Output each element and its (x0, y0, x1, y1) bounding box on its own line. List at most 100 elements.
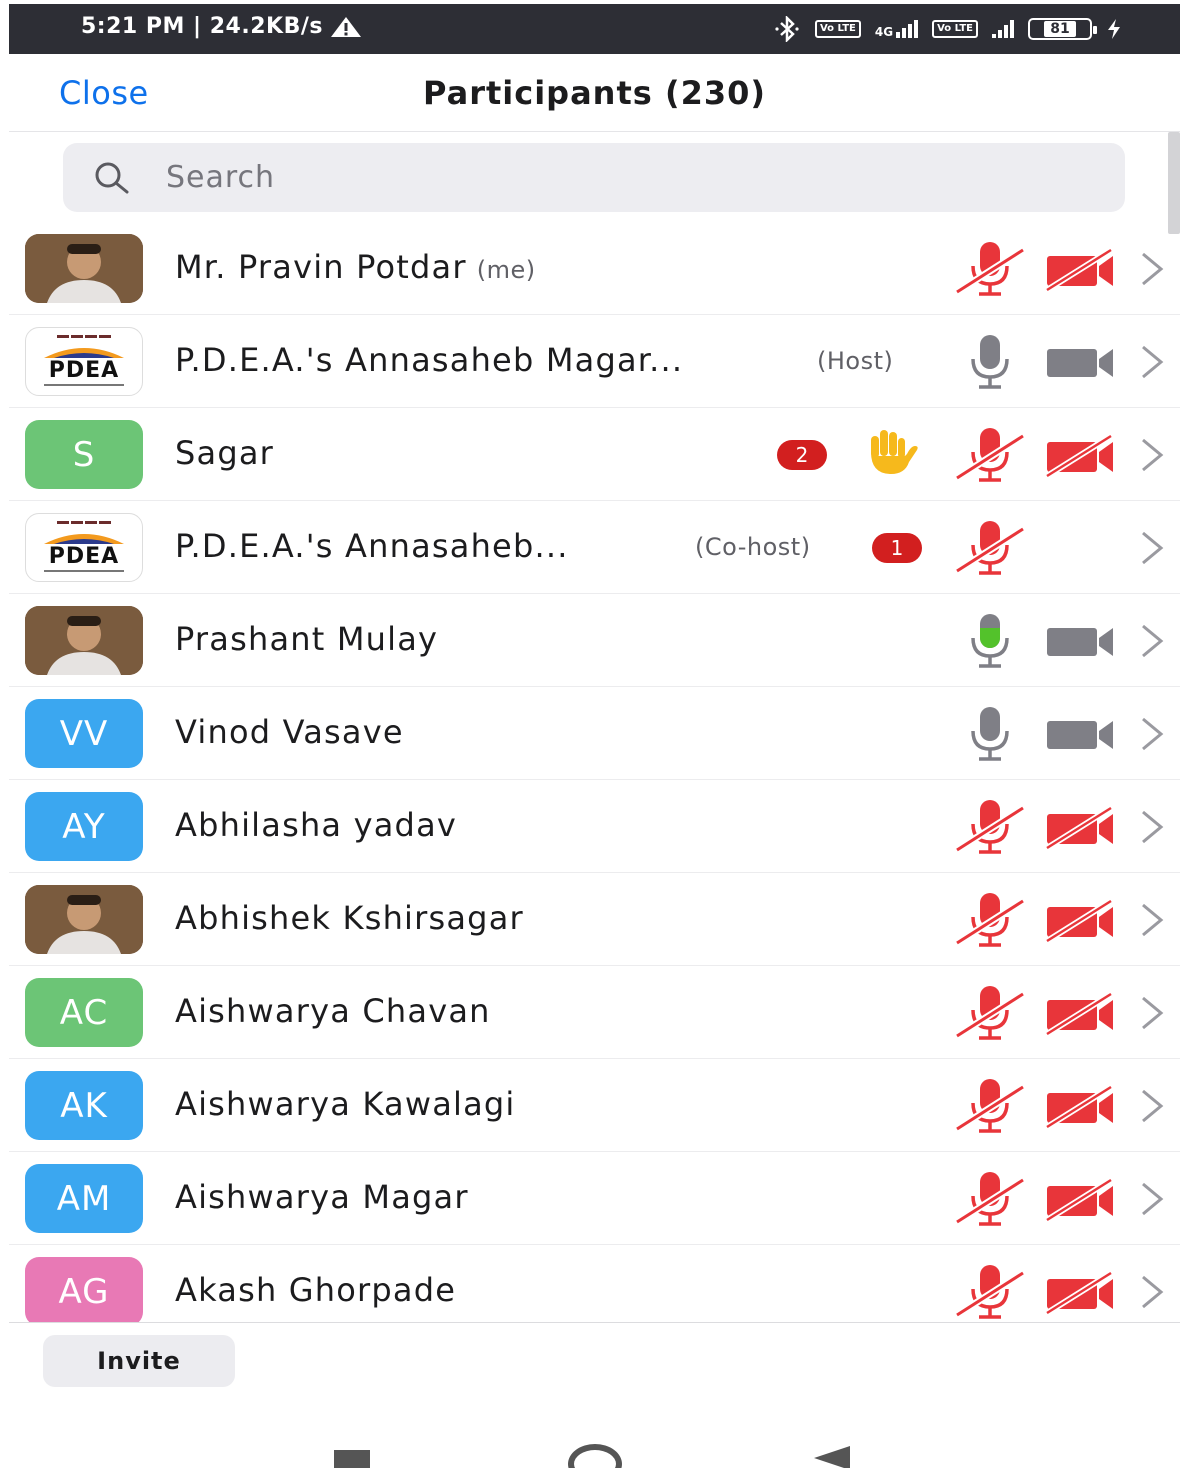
video-off-icon[interactable] (1045, 247, 1117, 293)
video-off-icon[interactable] (1045, 898, 1117, 944)
mic-muted-icon[interactable] (953, 1073, 1027, 1137)
mic-muted-icon[interactable] (953, 236, 1027, 300)
video-status[interactable] (1045, 433, 1117, 482)
video-status[interactable] (1045, 805, 1117, 854)
avatar-initials: AK (25, 1071, 143, 1140)
mic-speaking-icon[interactable] (953, 608, 1027, 672)
mic-muted-icon[interactable] (953, 1166, 1027, 1230)
video-off-icon[interactable] (1045, 1270, 1117, 1316)
mic-status[interactable] (953, 329, 1027, 397)
row-chevron[interactable] (1137, 529, 1167, 571)
participant-row[interactable]: AC Aishwarya Chavan (9, 966, 1180, 1059)
mic-status[interactable] (953, 887, 1027, 955)
mic-muted-icon[interactable] (953, 980, 1027, 1044)
chevron-right-icon[interactable] (1137, 1180, 1167, 1218)
video-on-icon[interactable] (1045, 341, 1117, 385)
mic-status[interactable] (953, 1166, 1027, 1234)
video-on-icon[interactable] (1045, 713, 1117, 757)
participant-list[interactable]: Mr. Pravin Potdar (me) PDEA P.D.E.A.'s A… (9, 222, 1180, 1322)
participant-row[interactable]: AY Abhilasha yadav (9, 780, 1180, 873)
mic-status[interactable] (953, 794, 1027, 862)
invite-button[interactable]: Invite (43, 1335, 235, 1387)
video-status[interactable] (1045, 1270, 1117, 1319)
row-chevron[interactable] (1137, 343, 1167, 385)
avatar-photo (25, 234, 143, 303)
participant-row[interactable]: PDEA P.D.E.A.'s Annasaheb... (Co-host) 1 (9, 501, 1180, 594)
recent-apps-button[interactable] (334, 1450, 370, 1468)
video-status[interactable] (1045, 1084, 1117, 1133)
participant-row[interactable]: Abhishek Kshirsagar (9, 873, 1180, 966)
row-chevron[interactable] (1137, 622, 1167, 664)
chevron-right-icon[interactable] (1137, 715, 1167, 753)
mic-status[interactable] (953, 701, 1027, 769)
row-chevron[interactable] (1137, 994, 1167, 1036)
row-chevron[interactable] (1137, 1087, 1167, 1129)
bluetooth-icon (775, 16, 799, 42)
back-button[interactable] (814, 1446, 850, 1468)
mic-icon[interactable] (953, 329, 1027, 393)
row-chevron[interactable] (1137, 715, 1167, 757)
chevron-right-icon[interactable] (1137, 808, 1167, 846)
status-time-speed: 5:21 PM | 24.2KB/s (81, 14, 323, 39)
participant-row[interactable]: AG Akash Ghorpade (9, 1245, 1180, 1322)
video-status[interactable] (1045, 341, 1117, 389)
participant-row[interactable]: AK Aishwarya Kawalagi (9, 1059, 1180, 1152)
video-off-icon[interactable] (1045, 805, 1117, 851)
row-chevron[interactable] (1137, 808, 1167, 850)
chevron-right-icon[interactable] (1137, 343, 1167, 381)
video-off-icon[interactable] (1045, 1084, 1117, 1130)
chevron-right-icon[interactable] (1137, 1273, 1167, 1311)
scrollbar[interactable] (1168, 132, 1180, 234)
chevron-right-icon[interactable] (1137, 529, 1167, 567)
video-off-icon[interactable] (1045, 433, 1117, 479)
participant-name: Abhilasha yadav (175, 806, 458, 844)
participant-row[interactable]: PDEA P.D.E.A.'s Annasaheb Magar... (Host) (9, 315, 1180, 408)
participant-row[interactable]: AM Aishwarya Magar (9, 1152, 1180, 1245)
video-off-icon[interactable] (1045, 1177, 1117, 1223)
chevron-right-icon[interactable] (1137, 250, 1167, 288)
chevron-right-icon[interactable] (1137, 1087, 1167, 1125)
video-status[interactable] (1045, 991, 1117, 1040)
status-time: 5:21 PM | 24.2KB/s (81, 14, 363, 39)
mic-status[interactable] (953, 422, 1027, 490)
participant-row[interactable]: S Sagar 2 (9, 408, 1180, 501)
participant-row[interactable]: Prashant Mulay (9, 594, 1180, 687)
search-bar[interactable] (63, 143, 1125, 212)
video-on-icon[interactable] (1045, 620, 1117, 664)
video-off-icon[interactable] (1045, 991, 1117, 1037)
search-input[interactable] (166, 155, 1066, 199)
row-chevron[interactable] (1137, 250, 1167, 292)
video-status[interactable] (1045, 247, 1117, 296)
participant-name: Sagar (175, 434, 274, 472)
row-chevron[interactable] (1137, 1180, 1167, 1222)
row-chevron[interactable] (1137, 436, 1167, 478)
row-chevron[interactable] (1137, 901, 1167, 943)
mic-muted-icon[interactable] (953, 887, 1027, 951)
participant-row[interactable]: VV Vinod Vasave (9, 687, 1180, 780)
video-status[interactable] (1045, 898, 1117, 947)
mic-status[interactable] (953, 515, 1027, 583)
mic-status[interactable] (953, 1073, 1027, 1141)
video-status[interactable] (1045, 1177, 1117, 1226)
mic-muted-icon[interactable] (953, 515, 1027, 579)
video-status[interactable] (1045, 713, 1117, 761)
chevron-right-icon[interactable] (1137, 901, 1167, 939)
chevron-right-icon[interactable] (1137, 622, 1167, 660)
footer-bar: Invite (9, 1322, 1180, 1418)
mic-muted-icon[interactable] (953, 1259, 1027, 1322)
mic-muted-icon[interactable] (953, 794, 1027, 858)
mic-status[interactable] (953, 980, 1027, 1048)
participant-name: P.D.E.A.'s Annasaheb Magar... (175, 341, 684, 379)
video-status[interactable] (1045, 620, 1117, 668)
mic-status[interactable] (953, 236, 1027, 304)
row-chevron[interactable] (1137, 1273, 1167, 1315)
chevron-right-icon[interactable] (1137, 994, 1167, 1032)
chevron-right-icon[interactable] (1137, 436, 1167, 474)
home-button[interactable] (568, 1444, 622, 1468)
participant-row[interactable]: Mr. Pravin Potdar (me) (9, 222, 1180, 315)
mic-icon[interactable] (953, 701, 1027, 765)
mic-status[interactable] (953, 1259, 1027, 1322)
participant-name: Abhishek Kshirsagar (175, 899, 524, 937)
mic-muted-icon[interactable] (953, 422, 1027, 486)
mic-status[interactable] (953, 608, 1027, 676)
